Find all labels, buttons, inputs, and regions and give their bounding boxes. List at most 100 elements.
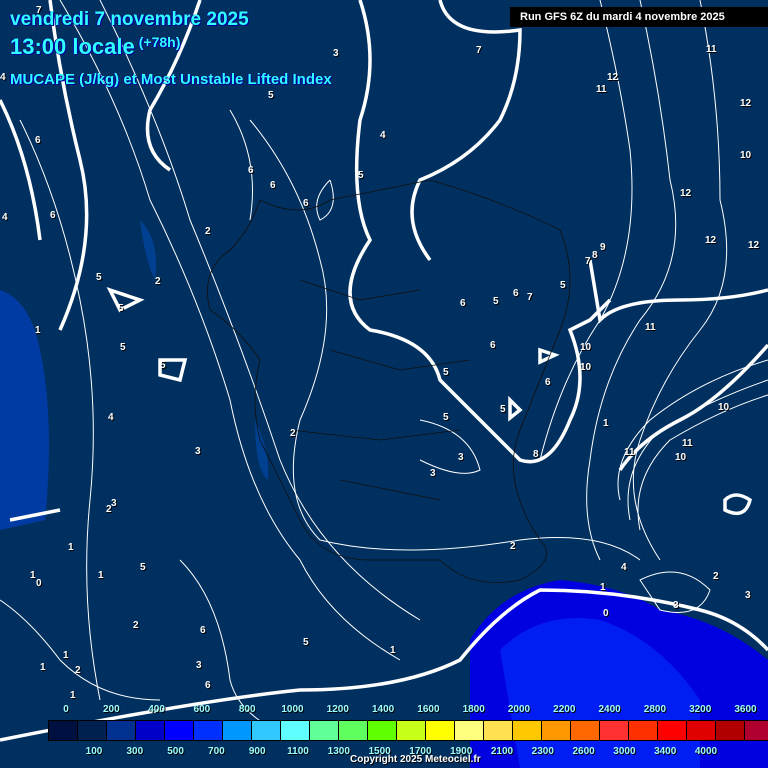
contour-label: 5	[118, 303, 124, 314]
contour-label: 11	[596, 84, 607, 95]
contour-label: 8	[592, 250, 598, 261]
color-scale-cell	[165, 721, 194, 740]
contour-label: 5	[358, 170, 364, 181]
contour-label: 6	[545, 377, 551, 388]
contour-label: 1	[390, 645, 396, 656]
contour-label: 7	[476, 45, 482, 56]
contour-label: 6	[50, 210, 56, 221]
color-scale-cell	[136, 721, 165, 740]
contour-label: 12	[607, 72, 619, 83]
contour-label: 4	[2, 212, 8, 223]
contour-label: 5	[303, 637, 309, 648]
contour-label: 0	[36, 578, 42, 589]
forecast-local-time: 13:00 locale	[10, 34, 135, 59]
color-scale-cell	[658, 721, 687, 740]
scale-label-top: 2200	[553, 704, 576, 715]
contour-label: 4	[108, 412, 114, 423]
contour-label: 6	[490, 340, 496, 351]
contour-label: 12	[748, 240, 760, 251]
color-scale-cell	[49, 721, 78, 740]
contour-label: 5	[493, 296, 499, 307]
scale-label-top: 1600	[417, 704, 440, 715]
contour-label: 2	[106, 504, 112, 515]
contour-label: 1	[70, 690, 76, 701]
contour-label: 3	[196, 660, 202, 671]
contour-label: 7	[527, 292, 533, 303]
contour-label: 5	[443, 367, 449, 378]
color-scale-cell	[716, 721, 745, 740]
weather-map: 7 3 7 11 4 12 11 12 5 6 6 4 10 6 5 6 12 4 6 5 2 12 12 5 2 5 6 6 5 7 5 9…	[0, 0, 768, 768]
scale-label-top: 800	[238, 704, 256, 715]
copyright: Copyright 2025 Meteociel.fr	[350, 754, 481, 765]
contour-label: 6	[205, 680, 211, 691]
scale-label-bottom: 3000	[613, 746, 636, 757]
contour-label: 5	[96, 272, 102, 283]
contour-label: 5	[560, 280, 566, 291]
scale-label-top: 1400	[371, 704, 395, 715]
forecast-time: 13:00 locale (+78h)	[10, 34, 180, 60]
contour-label: 4	[621, 562, 627, 573]
color-scale-cell	[745, 721, 768, 740]
contour-label: 1	[40, 662, 46, 673]
color-scale-cell	[629, 721, 658, 740]
contour-label: 2	[133, 620, 139, 631]
contour-label: 1	[98, 570, 104, 581]
color-scale-cell	[281, 721, 310, 740]
contour-label: 11	[645, 322, 656, 333]
scale-label-top: 600	[193, 704, 211, 715]
contour-label: 1	[63, 650, 69, 661]
contour-label: 3	[333, 48, 339, 59]
contour-label: 5	[268, 90, 274, 101]
contour-label: 1	[68, 542, 74, 553]
scale-label-bottom: 2600	[572, 746, 595, 757]
contour-label: 5	[160, 360, 166, 371]
color-scale-cell	[339, 721, 368, 740]
scale-label-top: 1000	[281, 704, 304, 715]
contour-label: 3	[745, 590, 751, 601]
contour-label: 6	[248, 165, 254, 176]
scale-label-bottom: 300	[126, 746, 144, 757]
forecast-lead-time: (+78h)	[138, 34, 181, 50]
color-scale-cell	[107, 721, 136, 740]
contour-label: 2	[75, 665, 81, 676]
contour-label: 1	[603, 418, 609, 429]
contour-label: 3	[195, 446, 201, 457]
contour-label: 11	[682, 438, 693, 449]
scale-label-bottom: 700	[208, 746, 225, 757]
contour-label: 5	[500, 404, 506, 415]
scale-label-top: 1200	[326, 704, 349, 715]
contour-label: 2	[713, 571, 719, 582]
run-banner: Run GFS 6Z du mardi 4 novembre 2025	[510, 7, 768, 27]
contour-label: 6	[270, 180, 276, 191]
scale-label-bottom: 900	[248, 746, 266, 757]
scale-label-top: 0	[63, 704, 69, 715]
contour-label: 11	[706, 44, 717, 55]
contour-label: 11	[624, 447, 635, 458]
contour-label: 1	[35, 325, 41, 336]
scale-label-bottom: 1100	[287, 746, 309, 757]
contour-label: 8	[533, 449, 539, 460]
contour-label: 10	[740, 150, 752, 161]
color-scale-cell	[78, 721, 107, 740]
scale-label-bottom: 4000	[694, 746, 718, 757]
scale-label-top: 1800	[462, 704, 485, 715]
contour-label: 4	[380, 130, 386, 141]
contour-label: 6	[460, 298, 466, 309]
color-scale-cell	[310, 721, 339, 740]
parameter-title: MUCAPE (J/kg) et Most Unstable Lifted In…	[10, 71, 332, 88]
color-scale-cell	[513, 721, 542, 740]
contour-label: 3	[458, 452, 464, 463]
contour-label: 6	[35, 135, 41, 146]
color-scale-cell	[426, 721, 455, 740]
color-scale-cell	[368, 721, 397, 740]
scale-label-bottom: 3400	[654, 746, 677, 757]
contour-label: 6	[200, 625, 206, 636]
scale-label-bottom: 1300	[327, 746, 350, 757]
color-scale	[48, 720, 768, 741]
contour-label: 10	[580, 362, 592, 373]
contour-label: 2	[205, 226, 211, 237]
color-scale-cell	[687, 721, 716, 740]
color-scale-cell	[252, 721, 281, 740]
scale-label-top: 400	[148, 704, 165, 715]
scale-label-top: 2000	[507, 704, 531, 715]
